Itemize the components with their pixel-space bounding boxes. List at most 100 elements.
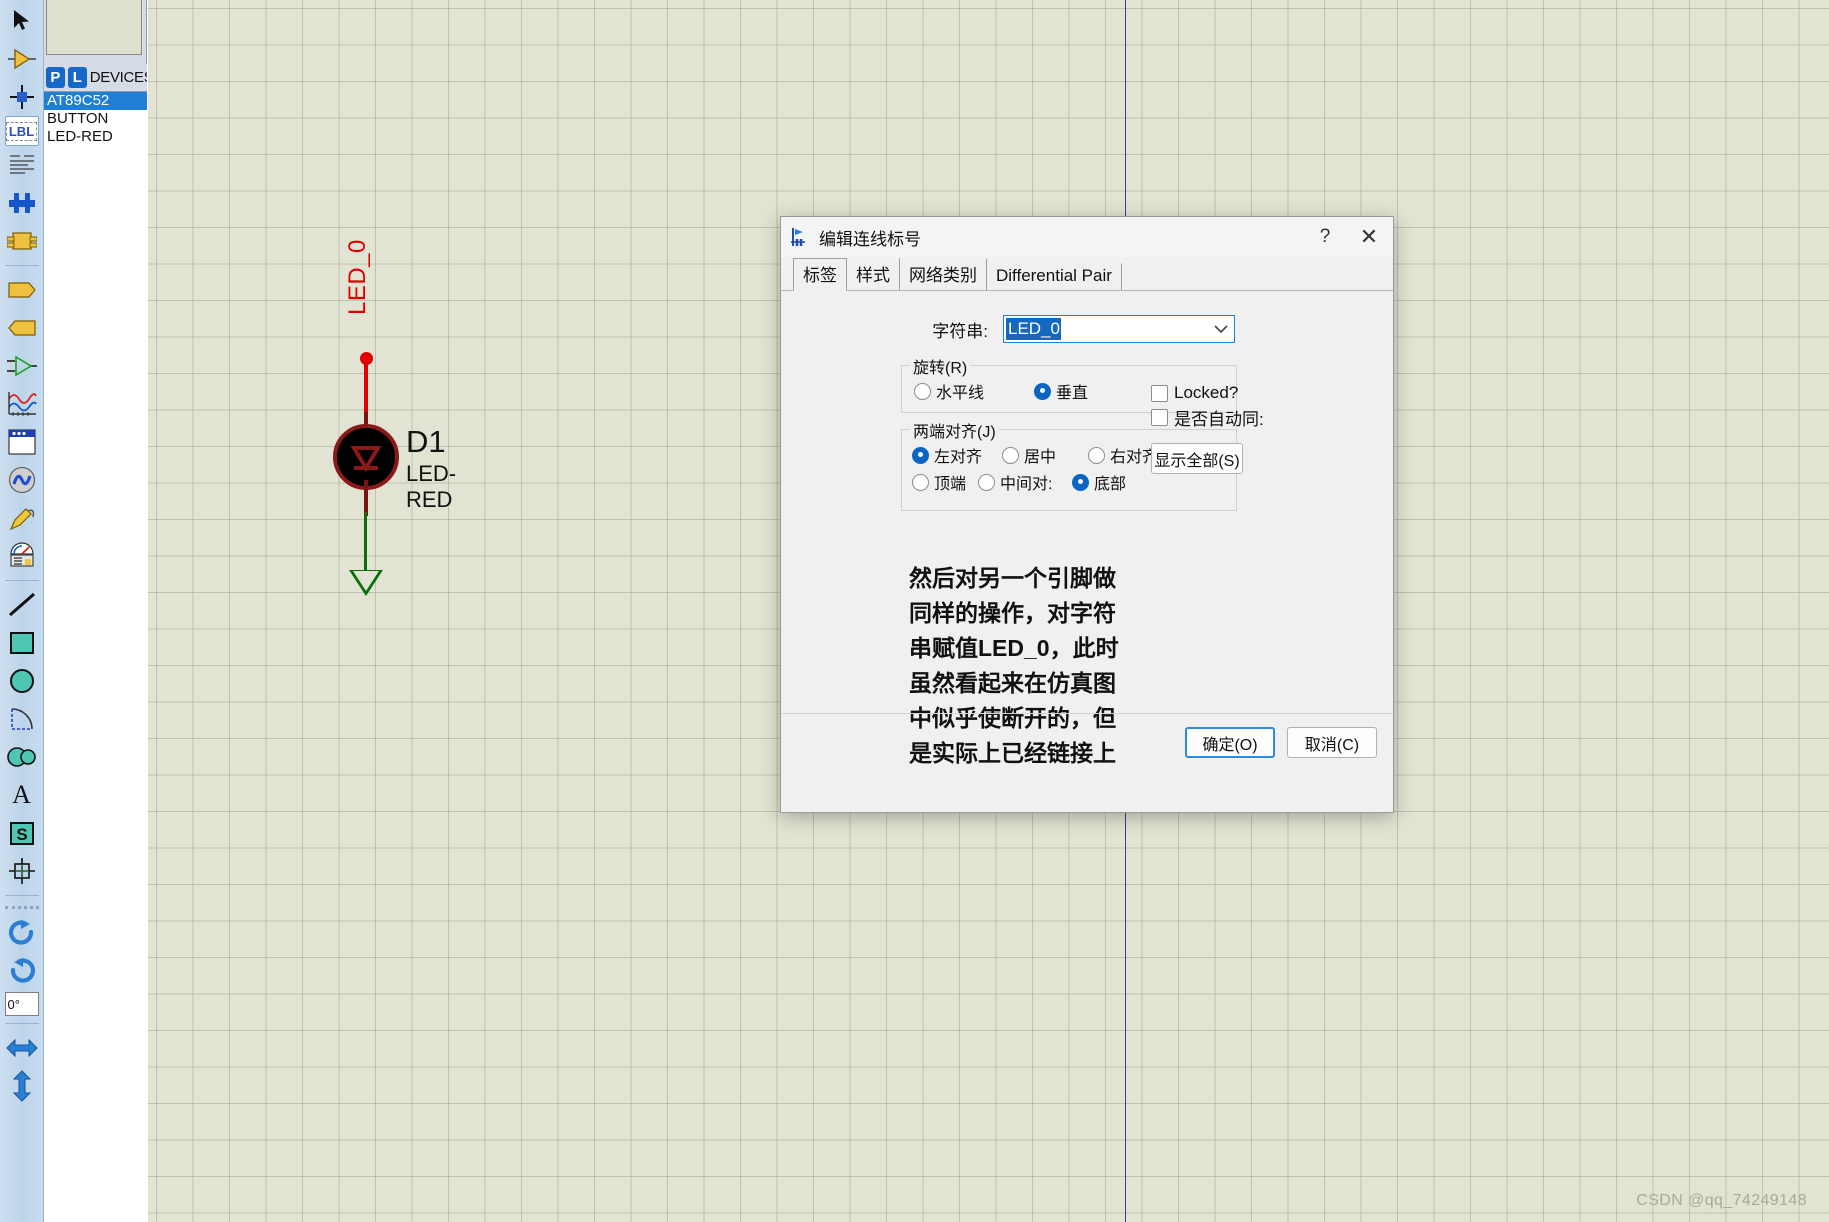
radio-vertical[interactable]: 垂直	[1034, 379, 1088, 403]
show-all-button[interactable]: 显示全部(S)	[1151, 443, 1243, 474]
subcircuit-icon[interactable]	[2, 222, 42, 260]
path-tool-icon[interactable]	[2, 738, 42, 776]
library-button[interactable]: L	[67, 66, 87, 88]
watermark-text: CSDN @qq_74249148	[1636, 1192, 1807, 1209]
rotate-cw-icon[interactable]	[2, 914, 42, 952]
toolbar-divider-3	[4, 895, 39, 896]
dialog-tabs: 标签 样式 网络类别 Differential Pair	[781, 258, 1393, 291]
mirror-horizontal-icon[interactable]	[2, 1029, 42, 1067]
rotation-group-title: 旋转(R)	[910, 354, 971, 378]
graph-icon[interactable]	[2, 385, 42, 423]
checkbox-auto-sync-box[interactable]	[1151, 409, 1168, 426]
device-pin-icon[interactable]	[2, 347, 42, 385]
radio-align-right[interactable]: 右对齐	[1088, 443, 1158, 467]
radio-vertical-label: 垂直	[1056, 385, 1089, 402]
radio-align-bottom-label: 底部	[1094, 476, 1127, 493]
wire-label-text: LBL	[5, 121, 38, 141]
terminal-left-icon[interactable]	[2, 271, 42, 309]
toolbar-drag-handle[interactable]	[4, 906, 39, 909]
list-item[interactable]: LED-RED	[44, 128, 147, 146]
junction-dot-icon[interactable]	[2, 78, 42, 116]
tab-label[interactable]: 标签	[793, 258, 847, 291]
rotation-angle-field[interactable]: 0°	[4, 992, 39, 1016]
checkbox-auto-sync[interactable]: 是否自动同:	[1151, 405, 1264, 430]
radio-horizontal-indicator[interactable]	[914, 382, 931, 400]
mirror-vertical-icon[interactable]	[2, 1067, 42, 1105]
tape-recorder-icon[interactable]	[2, 423, 42, 461]
component-mode-icon[interactable]	[2, 40, 42, 78]
radio-align-right-indicator[interactable]	[1088, 446, 1105, 464]
checkbox-locked[interactable]: Locked?	[1151, 383, 1238, 403]
marker-tool-icon[interactable]	[2, 852, 42, 890]
tab-style[interactable]: 样式	[846, 258, 900, 290]
toolbar-divider-1	[4, 265, 39, 266]
pick-devices-button[interactable]: P	[46, 66, 65, 88]
devices-header: P L DEVICES	[44, 64, 147, 90]
radio-align-middle-indicator[interactable]	[978, 473, 995, 491]
radio-align-left-indicator[interactable]	[912, 446, 929, 464]
radio-align-top-label: 顶端	[934, 476, 967, 493]
ground-symbol-inner	[353, 571, 379, 591]
tab-differential-pair[interactable]: Differential Pair	[986, 263, 1122, 290]
radio-align-bottom-indicator[interactable]	[1072, 473, 1089, 491]
dialog-footer: 确定(O) 取消(C)	[781, 713, 1393, 771]
wire-label-icon[interactable]: LBL	[4, 116, 39, 146]
toolbar-divider-2	[4, 580, 39, 581]
radio-horizontal[interactable]: 水平线	[914, 379, 984, 403]
devices-list[interactable]: AT89C52 BUTTON LED-RED	[44, 91, 147, 1222]
string-input-value[interactable]: LED_0	[1006, 318, 1061, 340]
toolbar-divider-4	[4, 1023, 39, 1024]
checkbox-locked-box[interactable]	[1151, 384, 1168, 402]
chevron-down-icon[interactable]	[1210, 316, 1232, 342]
terminal-right-icon[interactable]	[2, 309, 42, 347]
radio-align-middle-label: 中间对:	[1000, 476, 1053, 493]
justify-group-title: 两端对齐(J)	[910, 418, 999, 442]
string-row: 字符串: LED_0	[781, 313, 1393, 345]
cancel-button[interactable]: 取消(C)	[1287, 727, 1377, 758]
edit-wire-label-dialog: 编辑连线标号 ? ✕ 标签 样式 网络类别 Differential Pair …	[780, 216, 1394, 813]
radio-align-center-indicator[interactable]	[1002, 446, 1019, 464]
radio-align-top[interactable]: 顶端	[912, 470, 966, 494]
radio-horizontal-label: 水平线	[936, 385, 985, 402]
generator-icon[interactable]	[2, 461, 42, 499]
virtual-instrument-icon[interactable]	[2, 537, 42, 575]
list-item[interactable]: AT89C52	[44, 92, 147, 110]
radio-align-bottom[interactable]: 底部	[1072, 470, 1126, 494]
wire-label-dialog-icon	[789, 226, 811, 248]
selection-mode-icon[interactable]	[2, 2, 42, 40]
line-tool-icon[interactable]	[2, 586, 42, 624]
symbol-tool-icon[interactable]: S	[2, 814, 42, 852]
string-combobox[interactable]: LED_0	[1003, 315, 1235, 343]
devices-label: DEVICES	[89, 68, 147, 86]
tab-net-class[interactable]: 网络类别	[899, 258, 987, 290]
radio-vertical-indicator[interactable]	[1034, 382, 1051, 400]
dialog-body: 字符串: LED_0 旋转(R) 水平线 垂直 两端对齐(J) 左对齐 居中 右…	[781, 291, 1393, 771]
svg-text:S: S	[16, 825, 27, 844]
close-icon[interactable]: ✕	[1347, 218, 1391, 256]
radio-align-middle[interactable]: 中间对:	[978, 470, 1052, 494]
text-tool-icon[interactable]: A	[2, 776, 42, 814]
dialog-titlebar[interactable]: 编辑连线标号 ? ✕	[781, 217, 1393, 257]
box-tool-icon[interactable]	[2, 624, 42, 662]
net-label-led0[interactable]: LED_0	[344, 239, 372, 315]
rotate-ccw-icon[interactable]	[2, 952, 42, 990]
string-label: 字符串:	[932, 321, 988, 341]
arc-tool-icon[interactable]	[2, 700, 42, 738]
component-reference-label[interactable]: D1	[406, 424, 446, 460]
ok-button[interactable]: 确定(O)	[1185, 727, 1275, 758]
wire-segment-cathode[interactable]	[364, 480, 368, 516]
circle-tool-icon[interactable]	[2, 662, 42, 700]
list-item[interactable]: BUTTON	[44, 110, 147, 128]
radio-align-left[interactable]: 左对齐	[912, 443, 982, 467]
wire-segment-ground[interactable]	[364, 512, 367, 574]
bus-icon[interactable]	[2, 184, 42, 222]
text-script-icon[interactable]	[2, 146, 42, 184]
dialog-title: 编辑连线标号	[819, 229, 921, 249]
help-button[interactable]: ?	[1303, 218, 1347, 256]
checkbox-auto-sync-label: 是否自动同:	[1174, 410, 1264, 429]
radio-align-top-indicator[interactable]	[912, 473, 929, 491]
voltage-probe-icon[interactable]	[2, 499, 42, 537]
radio-align-center[interactable]: 居中	[1002, 443, 1056, 467]
component-value-label[interactable]: LED-RED	[406, 461, 456, 513]
wire-segment-red[interactable]	[364, 358, 368, 414]
